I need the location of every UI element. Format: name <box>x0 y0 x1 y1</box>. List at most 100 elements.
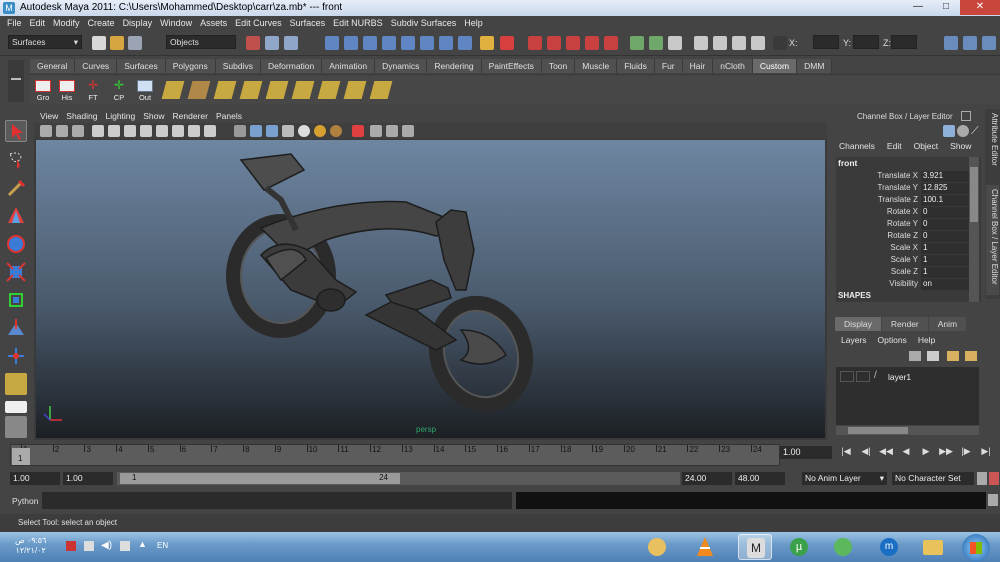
combine-tool-icon[interactable] <box>343 81 367 99</box>
tab-toon[interactable]: Toon <box>541 59 576 73</box>
viewport-menu-shading[interactable]: Shading <box>64 110 103 123</box>
mask-surfaces-icon[interactable] <box>382 36 396 50</box>
make-live-icon[interactable] <box>604 36 618 50</box>
go-to-start-button[interactable]: |◀ <box>836 446 856 459</box>
settings-icon[interactable] <box>957 125 969 137</box>
menu-create[interactable]: Create <box>85 16 120 31</box>
channel-value[interactable]: 1 <box>921 267 969 278</box>
move-up-layer-icon[interactable] <box>947 351 959 361</box>
range-track[interactable]: 1 24 <box>117 472 680 485</box>
menu-edit-nurbs[interactable]: Edit NURBS <box>330 16 388 31</box>
save-scene-icon[interactable] <box>128 36 142 50</box>
shelf-button-out[interactable]: Out <box>134 78 156 102</box>
channel-menu-show[interactable]: Show <box>950 141 983 151</box>
go-to-end-button[interactable]: ▶| <box>976 446 996 459</box>
new-scene-icon[interactable] <box>92 36 106 50</box>
play-backwards-button[interactable]: ◀ <box>896 446 916 459</box>
extrude-tool-icon[interactable] <box>187 81 211 99</box>
tab-attribute-editor[interactable]: Attribute Editor <box>986 109 999 179</box>
tab-fur[interactable]: Fur <box>654 59 683 73</box>
open-scene-icon[interactable] <box>110 36 124 50</box>
step-back-key-button[interactable]: ◀| <box>856 446 876 459</box>
playback-start-field[interactable]: 1.00 <box>63 472 113 485</box>
viewport-menu-show[interactable]: Show <box>141 110 170 123</box>
isolate-select-icon[interactable] <box>352 125 364 137</box>
lasso-tool-icon[interactable] <box>5 149 27 171</box>
layout-single-icon[interactable] <box>5 401 27 413</box>
tab-curves[interactable]: Curves <box>75 59 118 73</box>
channel-row[interactable]: Translate Z 100.1 <box>836 195 969 206</box>
smooth-shade-icon[interactable] <box>250 125 262 137</box>
channel-row[interactable]: Visibility on <box>836 279 969 290</box>
backface-culling-icon[interactable] <box>402 125 414 137</box>
snap-curve-icon[interactable] <box>547 36 561 50</box>
ipr-render-icon[interactable] <box>713 36 727 50</box>
snap-point-icon[interactable] <box>566 36 580 50</box>
step-back-frame-button[interactable]: ◀◀ <box>876 446 896 459</box>
script-editor-icon[interactable] <box>988 494 998 506</box>
float-panel-icon[interactable] <box>961 111 971 121</box>
wireframe-on-shaded-icon[interactable] <box>266 125 278 137</box>
taskbar-explorer-icon[interactable] <box>916 534 950 560</box>
input-ops-icon[interactable] <box>630 36 644 50</box>
gate-mask-icon[interactable] <box>140 125 152 137</box>
show-hidden-icons[interactable]: ▲ <box>138 539 147 549</box>
current-frame-field[interactable]: 1.00 <box>780 446 832 459</box>
use-all-lights-icon[interactable] <box>314 125 326 137</box>
taskbar-messenger-icon[interactable] <box>826 534 860 560</box>
channel-row[interactable]: Rotate Y0 <box>836 219 969 230</box>
action-center-icon[interactable] <box>84 541 94 551</box>
soft-modification-icon[interactable] <box>5 317 27 339</box>
taskbar-app-icon[interactable]: m <box>872 534 906 560</box>
channel-menu-channels[interactable]: Channels <box>839 141 887 151</box>
menuset-dropdown[interactable]: Surfaces ▾ <box>8 35 82 49</box>
play-forwards-button[interactable]: ▶ <box>916 446 936 459</box>
construction-history-icon[interactable] <box>668 36 682 50</box>
select-component-icon[interactable] <box>284 36 298 50</box>
end-time-field[interactable]: 48.00 <box>735 472 785 485</box>
mask-misc-icon[interactable] <box>458 36 472 50</box>
show-manipulator-icon[interactable] <box>5 345 27 367</box>
paint-select-icon[interactable] <box>5 177 27 199</box>
image-plane-icon[interactable] <box>72 125 84 137</box>
tab-custom[interactable]: Custom <box>752 59 798 73</box>
channel-value[interactable]: on <box>921 279 969 290</box>
snap-grid-icon[interactable] <box>528 36 542 50</box>
command-language-label[interactable]: Python <box>12 496 38 506</box>
tab-dmm[interactable]: DMM <box>797 59 833 73</box>
layout-tool-icon[interactable] <box>5 416 27 438</box>
separate-tool-icon[interactable] <box>369 81 393 99</box>
resolution-gate-icon[interactable] <box>124 125 136 137</box>
menu-help[interactable]: Help <box>461 16 488 31</box>
tab-muscle[interactable]: Muscle <box>575 59 618 73</box>
anim-layer-dropdown[interactable]: No Anim Layer ▾ <box>802 472 887 485</box>
merge-tool-icon[interactable] <box>265 81 289 99</box>
smooth-tool-icon[interactable] <box>291 81 315 99</box>
last-tool-icon[interactable] <box>5 373 27 395</box>
new-layer-icon[interactable] <box>909 351 921 361</box>
channel-value[interactable]: 12.825 <box>921 183 969 194</box>
template-toggle[interactable] <box>856 371 870 382</box>
channel-value[interactable]: 0 <box>921 231 969 242</box>
maximize-button[interactable]: □ <box>932 0 960 15</box>
move-tool-icon[interactable] <box>5 205 27 227</box>
safe-title-icon[interactable] <box>188 125 200 137</box>
show-attribute-editor-icon[interactable] <box>944 36 958 50</box>
tab-animation[interactable]: Animation <box>322 59 376 73</box>
channel-menu-edit[interactable]: Edit <box>887 141 914 151</box>
menu-edit-curves[interactable]: Edit Curves <box>232 16 287 31</box>
volume-icon[interactable]: ◀) <box>101 540 112 551</box>
menu-modify[interactable]: Modify <box>50 16 85 31</box>
menu-surfaces[interactable]: Surfaces <box>287 16 331 31</box>
channel-value[interactable]: 0 <box>921 207 969 218</box>
pick-icon[interactable]: ⟋ <box>971 125 983 137</box>
channel-value[interactable]: 1 <box>921 243 969 254</box>
shape-name[interactable]: frontShape <box>842 301 881 302</box>
layer-hscrollbar[interactable] <box>836 426 979 435</box>
channel-value[interactable]: 1 <box>921 255 969 266</box>
shelf-button-ft[interactable]: ✛ FT <box>82 78 104 102</box>
bevel-tool-icon[interactable] <box>213 81 237 99</box>
autokey-icon[interactable] <box>989 472 999 485</box>
tab-deformation[interactable]: Deformation <box>260 59 323 73</box>
layer-menu-options[interactable]: Options <box>878 335 918 345</box>
